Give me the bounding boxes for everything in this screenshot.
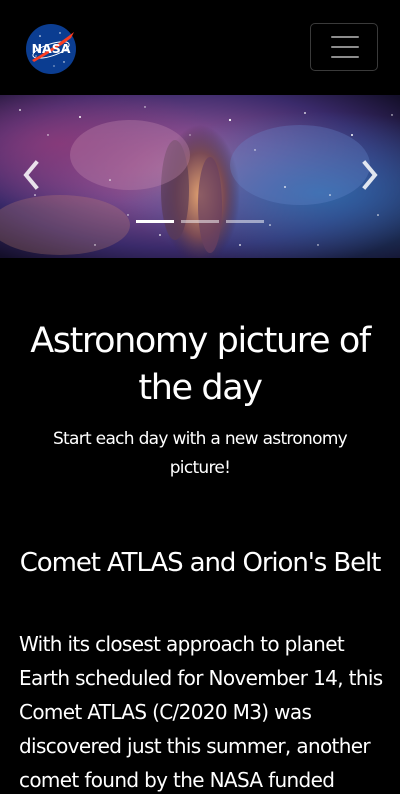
page-subtitle: Start each day with a new astronomy pict… — [52, 429, 348, 478]
logo-text: NASA — [32, 41, 71, 56]
nasa-meatball-icon: NASA — [26, 24, 76, 74]
carousel-indicator-3[interactable] — [226, 220, 264, 223]
carousel-indicator-1[interactable] — [136, 220, 174, 223]
carousel-indicators — [0, 220, 400, 228]
carousel-prev-button[interactable] — [19, 159, 43, 191]
carousel-slide-image — [0, 95, 400, 258]
navbar: NASA — [0, 0, 400, 95]
page: NASA Astronomy picture of the day Start … — [0, 0, 400, 794]
page-title: Astronomy picture of the day — [30, 321, 371, 408]
chevron-left-icon — [23, 160, 39, 190]
menu-toggle-button[interactable] — [310, 23, 378, 71]
apod-title: Comet ATLAS and Orion's Belt — [19, 548, 382, 578]
nasa-logo[interactable]: NASA — [24, 22, 78, 76]
chevron-right-icon — [362, 160, 378, 190]
image-carousel — [0, 95, 400, 258]
carousel-indicator-2[interactable] — [181, 220, 219, 223]
apod-description: With its closest approach to planet Eart… — [19, 632, 383, 792]
carousel-next-button[interactable] — [358, 159, 382, 191]
